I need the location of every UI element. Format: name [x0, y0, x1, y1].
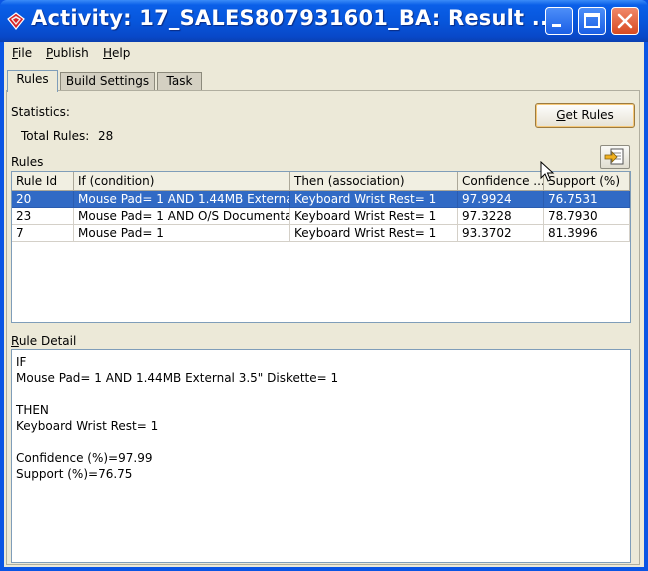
- tab-task[interactable]: Task: [157, 72, 202, 91]
- column-header-then-association[interactable]: Then (association): [290, 172, 458, 191]
- cell-condition: Mouse Pad= 1 AND O/S Documentat...: [74, 208, 290, 225]
- cell-association: Keyboard Wrist Rest= 1: [290, 208, 458, 225]
- rule-detail-heading-label: ule Detail: [18, 334, 77, 348]
- tab-strip: Rules Build Settings Task: [4, 70, 644, 92]
- cell-association: Keyboard Wrist Rest= 1: [290, 191, 458, 208]
- window-title: Activity: 17_SALES807931601_BA: Result .…: [31, 6, 557, 30]
- get-rules-button[interactable]: Get Rules: [535, 103, 635, 128]
- cell-rule-id: 7: [12, 225, 74, 242]
- title-bar[interactable]: Activity: 17_SALES807931601_BA: Result .…: [0, 0, 648, 42]
- tab-rules[interactable]: Rules: [7, 70, 58, 92]
- minimize-icon: [552, 24, 561, 27]
- get-rules-label: et Rules: [565, 108, 614, 122]
- minimize-button[interactable]: [545, 7, 573, 35]
- export-icon: [604, 148, 624, 165]
- menu-file-label: ile: [18, 46, 33, 60]
- table-row[interactable]: 7 Mouse Pad= 1 Keyboard Wrist Rest= 1 93…: [12, 225, 630, 242]
- maximize-icon: [584, 13, 600, 28]
- total-rules-label: Total Rules:: [21, 129, 90, 143]
- statistics-heading: Statistics:: [11, 105, 70, 119]
- detail-line: [16, 386, 626, 402]
- column-header-confidence[interactable]: Confidence ...: [458, 172, 544, 191]
- column-header-support[interactable]: Support (%): [544, 172, 630, 191]
- rule-detail-textarea[interactable]: IF Mouse Pad= 1 AND 1.44MB External 3.5"…: [11, 349, 631, 563]
- table-row[interactable]: 20 Mouse Pad= 1 AND 1.44MB External ... …: [12, 191, 630, 208]
- menu-publish[interactable]: Publish: [46, 46, 89, 60]
- cell-support: 78.7930: [544, 208, 630, 225]
- close-button[interactable]: [611, 7, 639, 35]
- cell-condition: Mouse Pad= 1 AND 1.44MB External ...: [74, 191, 290, 208]
- detail-line: Confidence (%)=97.99: [16, 451, 153, 465]
- maximize-button[interactable]: [578, 7, 606, 35]
- cell-confidence: 97.3228: [458, 208, 544, 225]
- cell-support: 81.3996: [544, 225, 630, 242]
- detail-line: THEN: [16, 403, 49, 417]
- cell-rule-id: 23: [12, 208, 74, 225]
- cell-confidence: 93.3702: [458, 225, 544, 242]
- column-header-rule-id[interactable]: Rule Id: [12, 172, 74, 191]
- menu-publish-mnemonic: P: [46, 46, 54, 60]
- menu-publish-label: ublish: [53, 46, 89, 60]
- tab-build-settings[interactable]: Build Settings: [60, 72, 155, 91]
- cell-rule-id: 20: [12, 191, 74, 208]
- close-icon: [617, 13, 633, 29]
- rules-table[interactable]: Rule Id If (condition) Then (association…: [11, 171, 631, 323]
- app-diamond-icon: [7, 12, 25, 30]
- menu-help-label: elp: [112, 46, 131, 60]
- mouse-pointer-icon: [540, 161, 555, 182]
- cell-condition: Mouse Pad= 1: [74, 225, 290, 242]
- application-window: Activity: 17_SALES807931601_BA: Result .…: [0, 0, 648, 571]
- menu-bar: File Publish Help: [4, 42, 644, 64]
- detail-line: IF: [16, 355, 27, 369]
- rules-heading: Rules: [11, 155, 44, 169]
- detail-line: Keyboard Wrist Rest= 1: [16, 419, 159, 433]
- detail-line: [16, 434, 626, 450]
- cell-association: Keyboard Wrist Rest= 1: [290, 225, 458, 242]
- window-content: File Publish Help Rules Build Settings T…: [4, 42, 644, 567]
- table-row[interactable]: 23 Mouse Pad= 1 AND O/S Documentat... Ke…: [12, 208, 630, 225]
- column-header-if-condition[interactable]: If (condition): [74, 172, 290, 191]
- export-button[interactable]: [600, 145, 630, 169]
- rule-detail-heading: Rule Detail: [11, 334, 76, 348]
- total-rules-value: 28: [98, 129, 114, 143]
- menu-file[interactable]: File: [12, 46, 32, 60]
- cell-confidence: 97.9924: [458, 191, 544, 208]
- get-rules-mnemonic: G: [556, 108, 566, 122]
- menu-help[interactable]: Help: [103, 46, 130, 60]
- detail-line: Mouse Pad= 1 AND 1.44MB External 3.5" Di…: [16, 371, 339, 385]
- detail-line: Support (%)=76.75: [16, 467, 133, 481]
- menu-help-mnemonic: H: [103, 46, 113, 60]
- rule-detail-mnemonic: R: [11, 334, 19, 348]
- cell-support: 76.7531: [544, 191, 630, 208]
